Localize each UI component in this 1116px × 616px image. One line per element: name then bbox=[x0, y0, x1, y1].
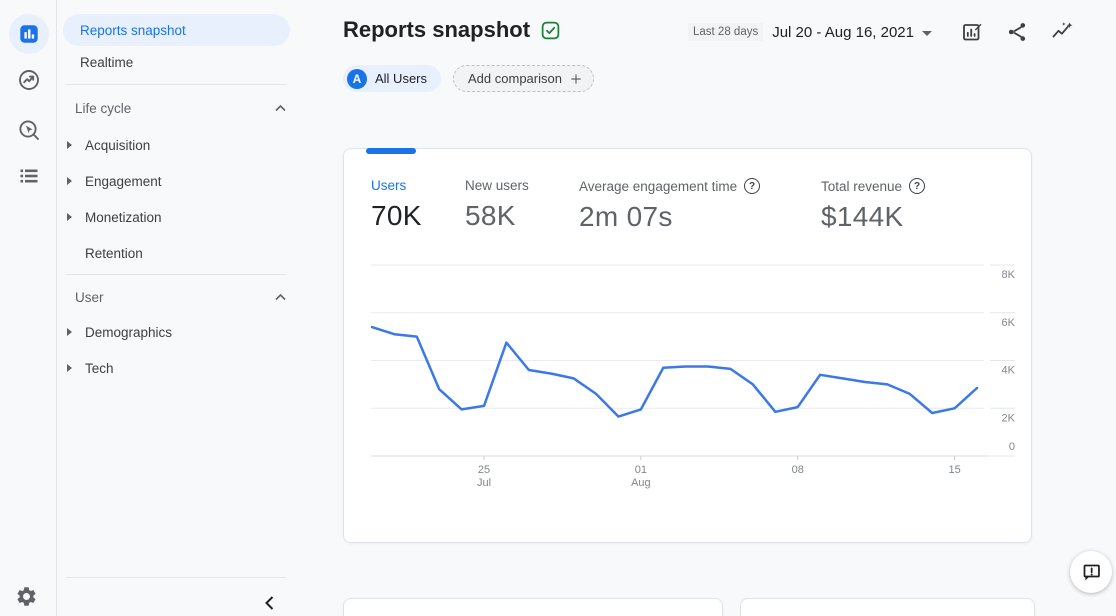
bottom-card-right bbox=[740, 598, 1035, 616]
svg-text:0: 0 bbox=[1009, 441, 1015, 453]
share-button[interactable] bbox=[1005, 20, 1029, 44]
metric-avg-engagement-time[interactable]: Average engagement time 2m 07s bbox=[579, 178, 760, 233]
svg-text:6K: 6K bbox=[1002, 317, 1016, 329]
sidebar-section-life-cycle[interactable]: Life cycle bbox=[58, 95, 286, 121]
svg-text:08: 08 bbox=[792, 464, 804, 476]
nav-advertising-button[interactable] bbox=[17, 164, 41, 188]
feedback-bubble-icon bbox=[1081, 562, 1102, 583]
date-range-selector[interactable]: Jul 20 - Aug 16, 2021 bbox=[772, 24, 932, 41]
svg-text:Aug: Aug bbox=[631, 477, 651, 489]
search-cursor-icon bbox=[17, 118, 41, 142]
nav-realtime-button[interactable] bbox=[17, 68, 41, 92]
sidebar-divider bbox=[66, 577, 286, 578]
metric-label: Users bbox=[371, 178, 422, 193]
sidebar-item-acquisition[interactable]: Acquisition bbox=[58, 127, 300, 163]
insights-button[interactable] bbox=[1050, 20, 1074, 44]
date-preset-badge: Last 28 days bbox=[688, 23, 763, 41]
expand-triangle-icon[interactable] bbox=[67, 364, 72, 372]
snapshot-card: Users 70K New users 58K Average engageme… bbox=[343, 148, 1032, 543]
sidebar-item-demographics[interactable]: Demographics bbox=[58, 314, 300, 350]
sidebar-collapse-button[interactable] bbox=[256, 592, 282, 616]
active-tab-indicator bbox=[366, 148, 416, 154]
add-comparison-button[interactable]: Add comparison bbox=[453, 65, 594, 92]
sidebar-item-label: Realtime bbox=[80, 55, 133, 70]
sidebar-item-label: Reports snapshot bbox=[80, 23, 186, 38]
sidebar-item-label: Engagement bbox=[85, 174, 162, 189]
metric-value: $144K bbox=[821, 201, 925, 233]
sidebar-item-realtime[interactable]: Realtime bbox=[58, 46, 300, 78]
metric-total-revenue[interactable]: Total revenue $144K bbox=[821, 178, 925, 233]
page-title: Reports snapshot bbox=[343, 17, 561, 43]
svg-text:Jul: Jul bbox=[477, 477, 491, 489]
sidebar-item-engagement[interactable]: Engagement bbox=[58, 163, 300, 199]
metric-users[interactable]: Users 70K bbox=[371, 178, 422, 232]
svg-text:2K: 2K bbox=[1002, 412, 1016, 424]
chevron-up-icon[interactable] bbox=[275, 105, 286, 112]
nav-reports-button[interactable] bbox=[9, 14, 49, 54]
expand-triangle-icon[interactable] bbox=[67, 213, 72, 221]
section-title: User bbox=[75, 290, 104, 305]
nav-explore-button[interactable] bbox=[17, 118, 41, 142]
metric-label: Total revenue bbox=[821, 179, 902, 194]
list-rows-icon bbox=[17, 164, 41, 188]
sidebar-item-label: Demographics bbox=[85, 325, 172, 340]
share-icon bbox=[1005, 20, 1029, 44]
sidebar-item-monetization[interactable]: Monetization bbox=[58, 199, 300, 235]
avatar: A bbox=[347, 69, 367, 89]
customize-report-button[interactable] bbox=[960, 20, 984, 44]
metric-new-users[interactable]: New users 58K bbox=[465, 178, 529, 232]
section-title: Life cycle bbox=[75, 101, 131, 116]
metric-label: New users bbox=[465, 178, 529, 193]
metric-value: 70K bbox=[371, 200, 422, 232]
sidebar-item-label: Acquisition bbox=[85, 138, 150, 153]
help-icon[interactable] bbox=[744, 178, 760, 194]
chevron-down-icon bbox=[922, 31, 932, 36]
expand-triangle-icon[interactable] bbox=[67, 328, 72, 336]
users-line-chart[interactable]: 0 2K 4K 6K 8K 25Jul 01Aug 08 15 bbox=[344, 249, 1033, 499]
insights-icon bbox=[1050, 20, 1074, 44]
sidebar-divider bbox=[66, 274, 286, 275]
svg-text:15: 15 bbox=[948, 464, 960, 476]
sidebar-item-tech[interactable]: Tech bbox=[58, 350, 300, 386]
svg-text:4K: 4K bbox=[1002, 365, 1016, 377]
spacer bbox=[67, 249, 72, 257]
chevron-left-icon bbox=[265, 596, 274, 615]
expand-triangle-icon[interactable] bbox=[67, 141, 72, 149]
plus-icon bbox=[562, 72, 583, 86]
sidebar: Reports snapshot Realtime Life cycle Acq… bbox=[58, 0, 300, 616]
chevron-up-icon[interactable] bbox=[275, 294, 286, 301]
help-icon[interactable] bbox=[909, 178, 925, 194]
sidebar-item-label: Tech bbox=[85, 361, 114, 376]
svg-text:01: 01 bbox=[635, 464, 647, 476]
all-users-label: All Users bbox=[375, 71, 427, 86]
svg-text:8K: 8K bbox=[1002, 269, 1016, 281]
trend-circle-icon bbox=[17, 68, 41, 92]
sidebar-item-label: Retention bbox=[85, 246, 143, 261]
feedback-button[interactable] bbox=[1070, 551, 1112, 593]
page-title-text: Reports snapshot bbox=[343, 17, 530, 43]
green-check-card-icon[interactable] bbox=[540, 20, 561, 41]
metric-value: 58K bbox=[465, 200, 529, 232]
settings-gear-icon bbox=[15, 585, 38, 608]
sidebar-section-user[interactable]: User bbox=[58, 284, 286, 310]
svg-text:25: 25 bbox=[478, 464, 490, 476]
date-range-text: Jul 20 - Aug 16, 2021 bbox=[772, 24, 914, 41]
add-comparison-label: Add comparison bbox=[468, 71, 562, 86]
sidebar-item-retention[interactable]: Retention bbox=[58, 235, 300, 271]
all-users-chip[interactable]: A All Users bbox=[343, 65, 441, 92]
header-actions: Last 28 days Jul 20 - Aug 16, 2021 bbox=[688, 20, 1074, 44]
bar-chart-icon bbox=[18, 23, 40, 45]
comparison-bar: A All Users Add comparison bbox=[343, 65, 594, 92]
nav-rail bbox=[0, 0, 57, 616]
ga4-app: Reports snapshot Realtime Life cycle Acq… bbox=[0, 0, 1116, 616]
sidebar-item-reports-snapshot[interactable]: Reports snapshot bbox=[63, 14, 290, 46]
metric-value: 2m 07s bbox=[579, 201, 760, 233]
metric-label: Average engagement time bbox=[579, 179, 737, 194]
sidebar-item-label: Monetization bbox=[85, 210, 162, 225]
settings-gear-button[interactable] bbox=[15, 585, 38, 608]
bottom-card-left bbox=[343, 598, 723, 616]
sidebar-divider bbox=[66, 84, 286, 85]
expand-triangle-icon[interactable] bbox=[67, 177, 72, 185]
customize-report-icon bbox=[960, 20, 984, 44]
